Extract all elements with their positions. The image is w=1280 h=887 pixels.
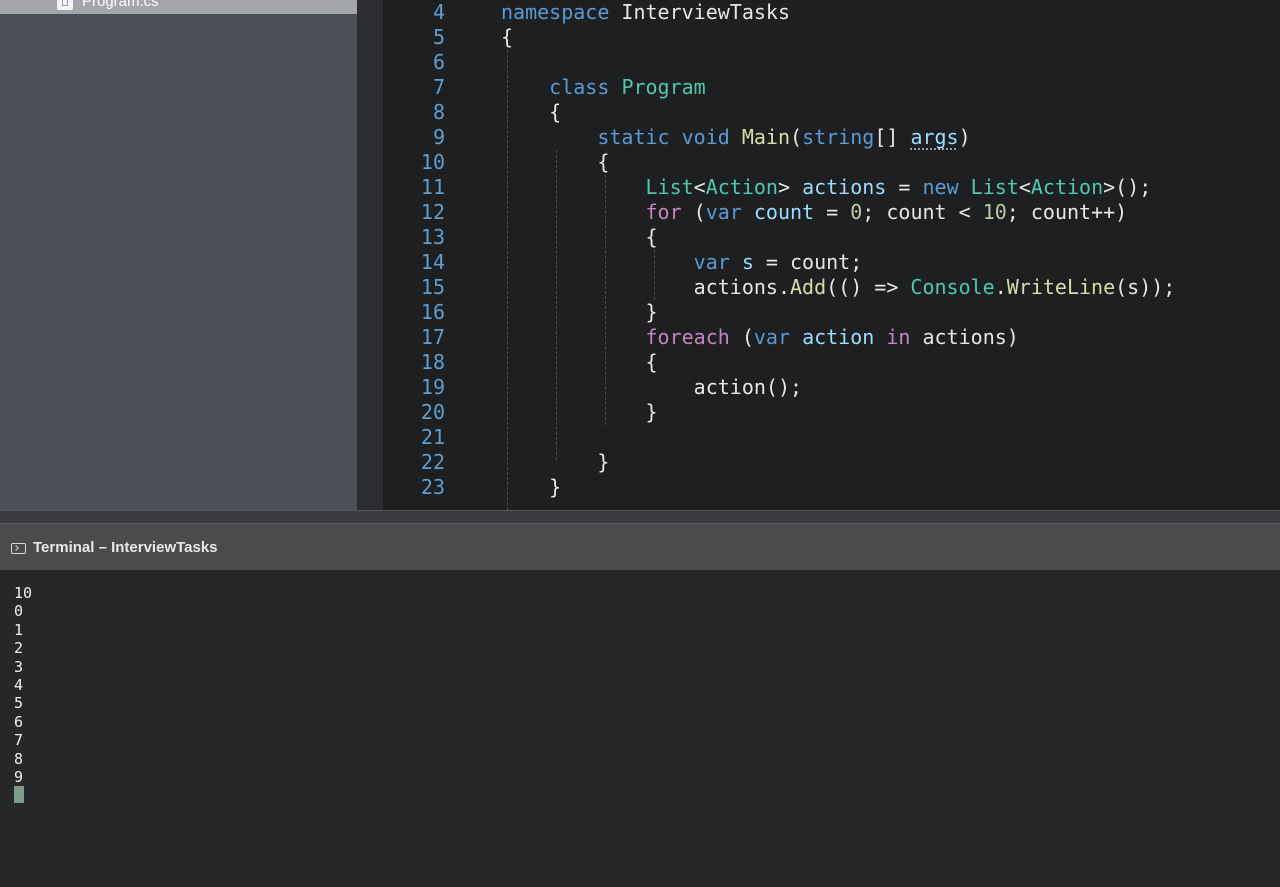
output-line: 8	[14, 749, 24, 768]
code-line: {	[501, 350, 658, 374]
code-line: }	[501, 475, 562, 499]
sidebar-item-program-cs[interactable]: Program.cs	[0, 0, 357, 14]
output-line: 3	[14, 657, 24, 676]
line-number: 13	[420, 225, 445, 249]
terminal-pane[interactable]: 10 0 1 2 3 4 5 6 7 8 9	[0, 570, 1280, 887]
code-line: }	[501, 300, 658, 324]
code-line: class Program	[549, 75, 706, 99]
line-number: 17	[420, 325, 445, 349]
output-line: 1	[14, 620, 24, 639]
output-line: 9	[14, 767, 24, 786]
line-number: 21	[420, 425, 445, 449]
line-number: 5	[432, 25, 445, 49]
line-number: 10	[420, 150, 445, 174]
line-number: 15	[420, 275, 445, 299]
output-line: 2	[14, 639, 24, 658]
output-line: 0	[14, 602, 24, 621]
code-line: actions.Add(() => Console.WriteLine(s));	[501, 275, 1176, 299]
editor-margin	[357, 0, 383, 510]
line-number: 6	[432, 50, 445, 74]
output-line: 7	[14, 731, 24, 750]
terminal-output: 10 0 1 2 3 4 5 6 7 8 9	[14, 584, 32, 786]
code-line: {	[501, 25, 514, 49]
line-number: 16	[420, 300, 445, 324]
terminal-header[interactable]: Terminal – InterviewTasks	[0, 523, 1280, 570]
code-line: static void Main(string[] args)	[597, 125, 971, 149]
output-line: 10	[14, 584, 33, 602]
line-number: 19	[420, 375, 445, 399]
code-line: {	[501, 225, 658, 249]
output-line: 4	[14, 675, 24, 694]
code-editor[interactable]: 4 5 6 7 8 9 10 11 12 13 14 15 16 17 18 1…	[383, 0, 1280, 510]
code-line: {	[501, 100, 562, 124]
code-line: }	[501, 400, 658, 424]
line-number: 18	[420, 350, 445, 374]
panel-splitter-line	[0, 510, 1280, 511]
panel-splitter[interactable]	[0, 510, 1280, 523]
line-number: 12	[420, 200, 445, 224]
line-number: 20	[420, 400, 445, 424]
line-number: 7	[432, 75, 445, 99]
code-line: var s = count;	[693, 250, 863, 274]
terminal-cursor	[14, 786, 24, 803]
line-number: 23	[420, 475, 445, 499]
output-line: 5	[14, 694, 24, 713]
code-line: List<Action> actions = new List<Action>(…	[645, 175, 1152, 199]
terminal-title: Terminal – InterviewTasks	[33, 539, 218, 556]
line-number: 22	[420, 450, 445, 474]
terminal-icon	[11, 543, 26, 554]
code-line: action();	[501, 375, 803, 399]
line-number: 14	[420, 250, 445, 274]
line-number: 8	[432, 100, 445, 124]
line-number: 4	[432, 0, 445, 24]
output-line: 6	[14, 712, 24, 731]
csharp-file-icon	[57, 0, 73, 10]
code-line: for (var count = 0; count < 10; count++)	[645, 200, 1128, 224]
line-number: 9	[432, 125, 445, 149]
solution-sidebar: Program.cs	[0, 0, 357, 510]
code-line: namespace InterviewTasks	[501, 0, 790, 24]
line-number: 11	[420, 175, 445, 199]
code-line: }	[501, 450, 610, 474]
file-label: Program.cs	[82, 0, 159, 10]
code-line: {	[501, 150, 610, 174]
code-line: foreach (var action in actions)	[645, 325, 1019, 349]
